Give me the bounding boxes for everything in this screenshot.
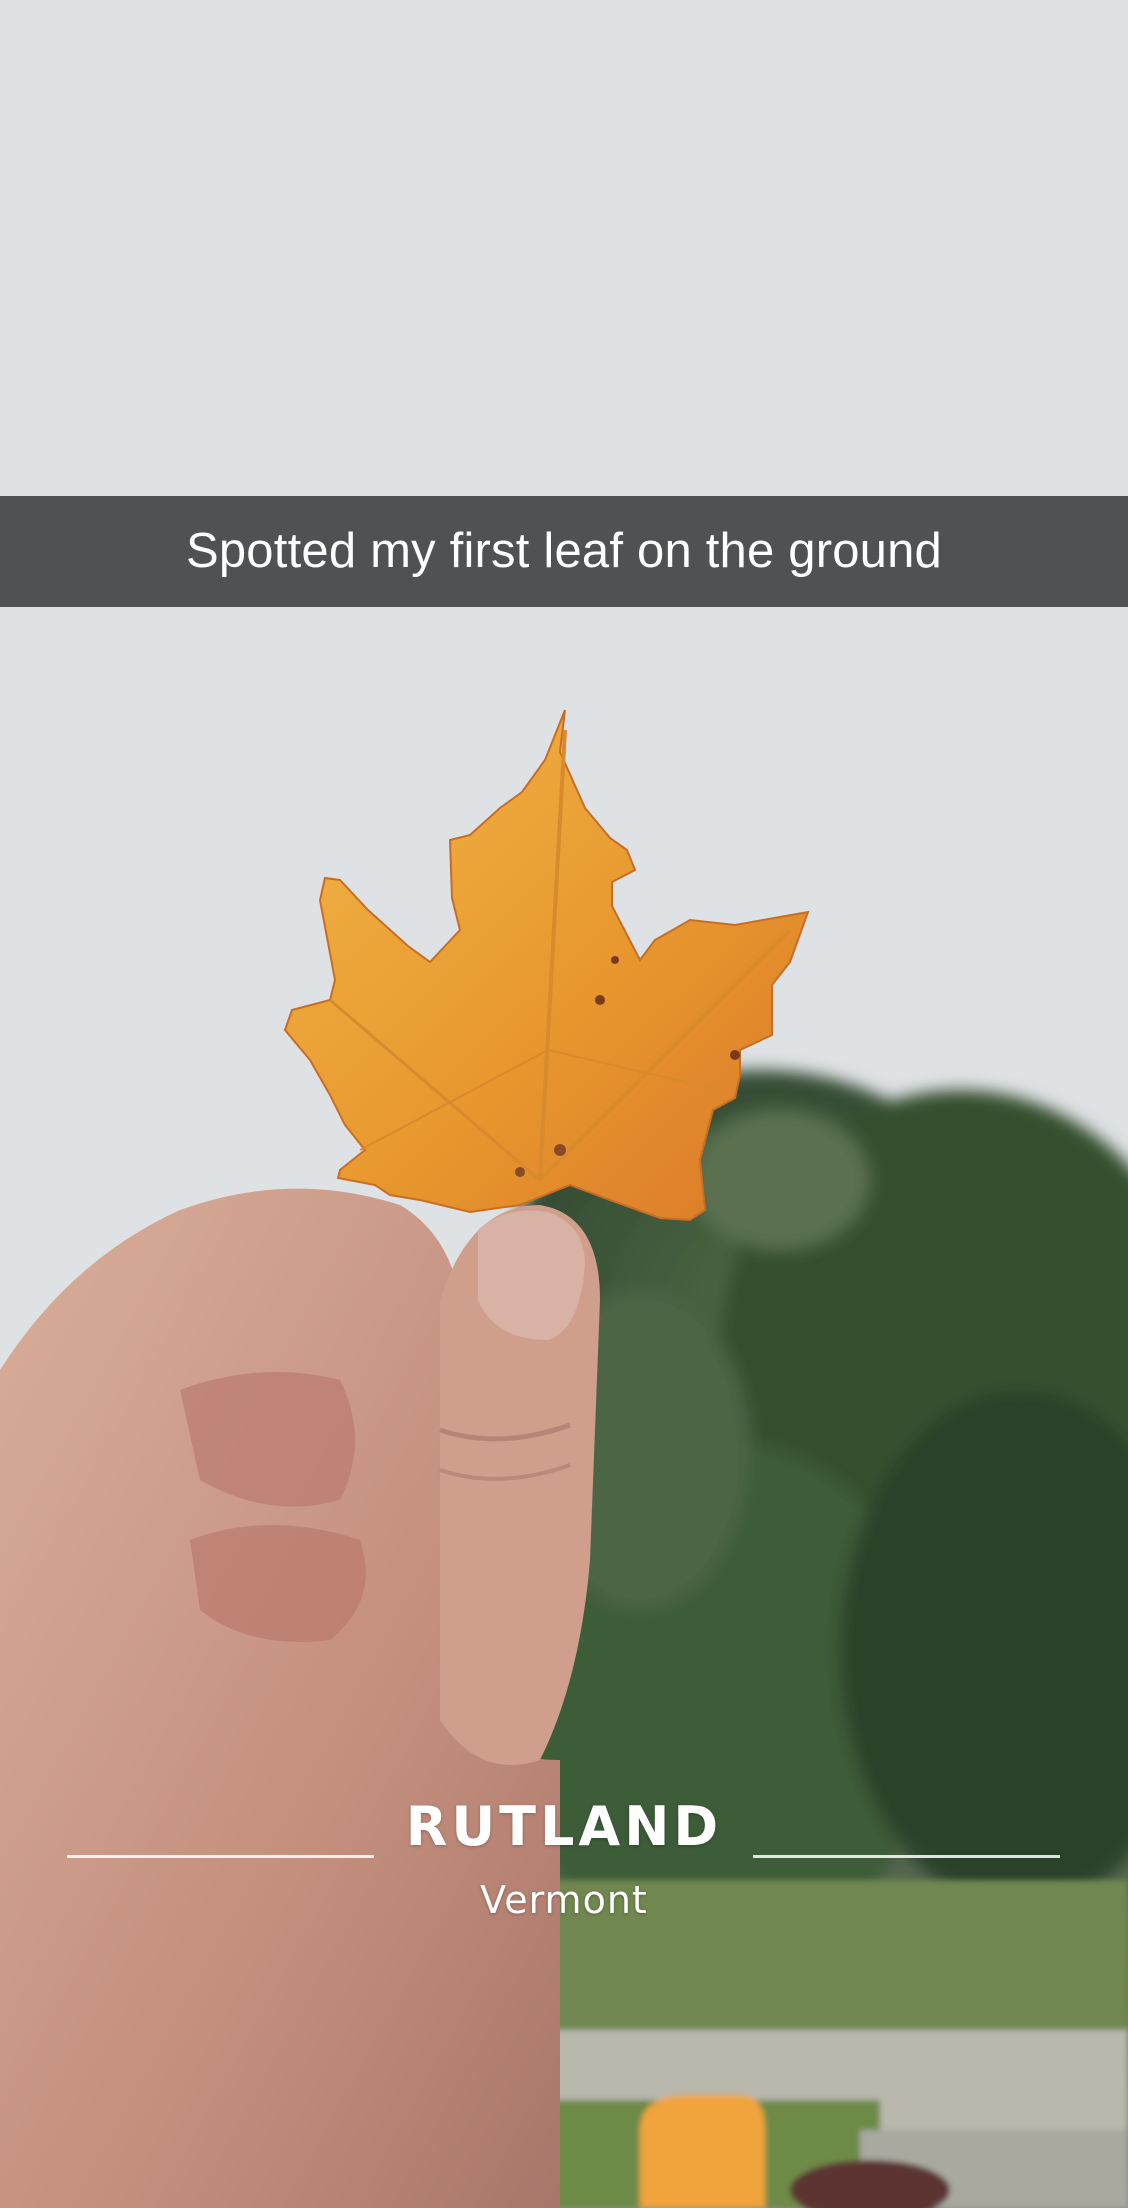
geofilter: RUTLAND Vermont [0, 1790, 1128, 1950]
caption-text: Spotted my first leaf on the ground [185, 524, 943, 578]
hand [0, 1188, 600, 2208]
geofilter-divider-right [753, 1855, 1060, 1858]
geofilter-divider-left [67, 1855, 374, 1858]
geofilter-state: Vermont [480, 1878, 648, 1922]
geofilter-city: RUTLAND [405, 1795, 723, 1858]
caption-bar[interactable]: Spotted my first leaf on the ground [0, 496, 1128, 607]
snap-view: Spotted my first leaf on the ground RUTL… [0, 0, 1128, 2208]
